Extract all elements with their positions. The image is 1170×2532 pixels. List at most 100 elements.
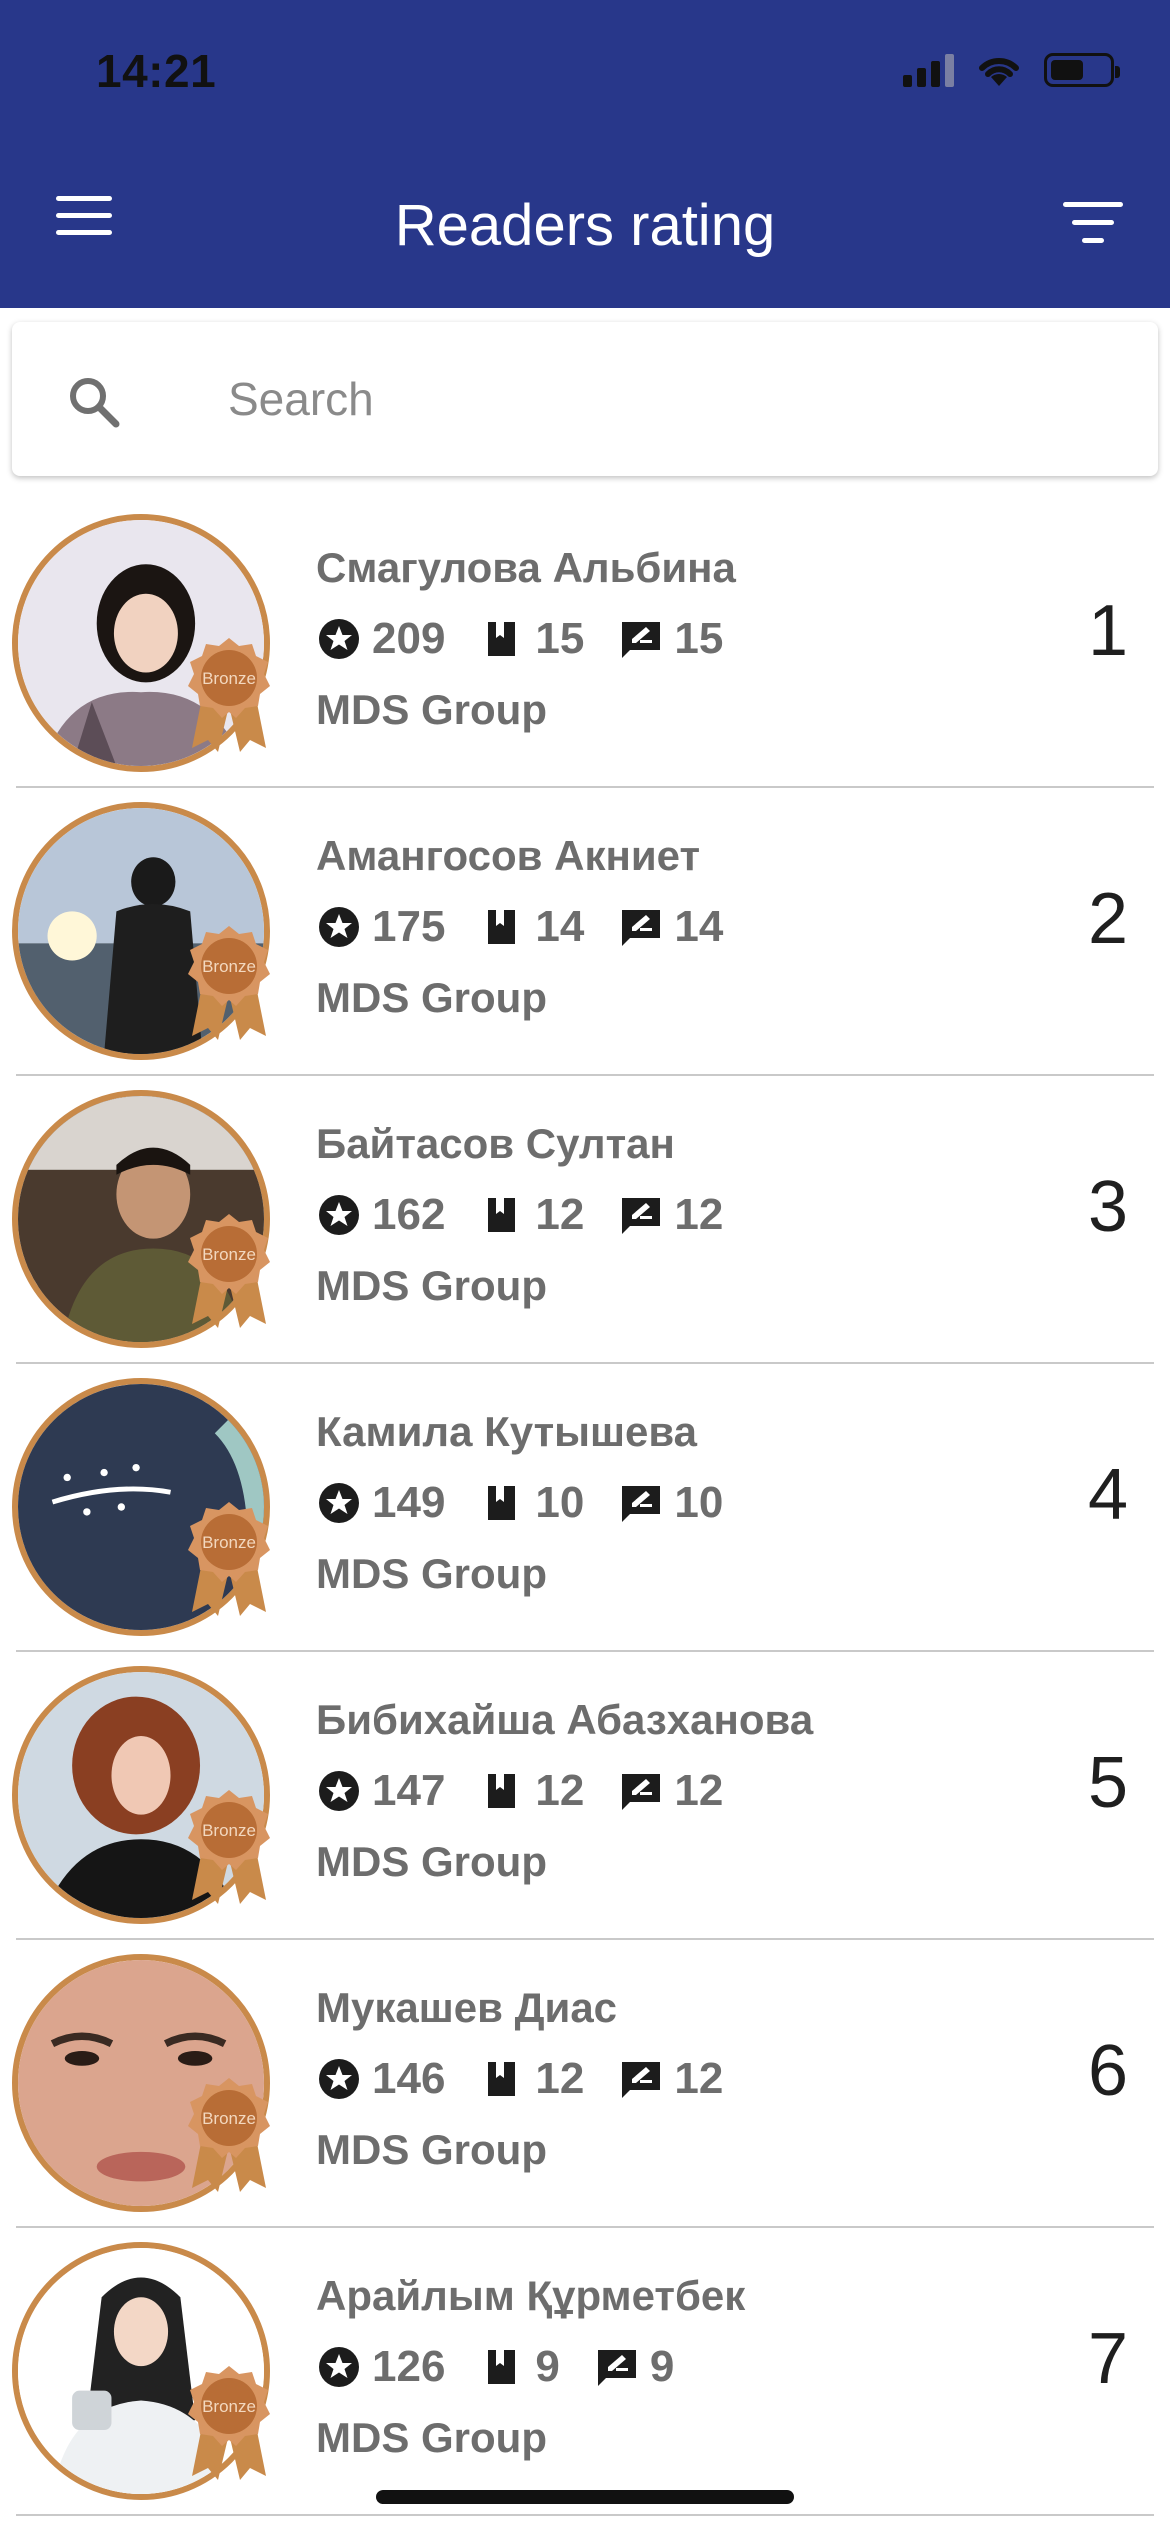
books-value: 15	[535, 614, 585, 663]
readers-list: Bronze Смагулова Альбина 209 15 15 MDS G…	[0, 500, 1170, 2516]
wifi-icon	[979, 57, 1019, 86]
books-value: 10	[535, 1478, 585, 1527]
status-icons	[903, 52, 1120, 88]
star-icon	[319, 1195, 359, 1235]
reader-stats: 146 12 12	[316, 2054, 757, 2104]
books-value: 12	[535, 2054, 585, 2103]
points-value: 162	[372, 1190, 446, 1239]
reviews-value: 10	[674, 1478, 724, 1527]
reader-group: MDS Group	[316, 1262, 547, 1309]
app-header: 14:21 Readers rating	[0, 0, 1170, 308]
reviews-value: 14	[674, 902, 724, 951]
rank-number: 7	[1087, 2319, 1128, 2399]
reader-group: MDS Group	[316, 2414, 547, 2461]
rank-number: 1	[1087, 591, 1128, 671]
reader-stats: 162 12 12	[316, 1190, 757, 1240]
points-value: 146	[372, 2054, 446, 2103]
reader-name: Мукашев Диас	[316, 1984, 618, 2031]
reviews-value: 12	[674, 1766, 724, 1815]
medal-label: Bronze	[202, 1821, 256, 1840]
points-value: 209	[372, 614, 446, 663]
rank-number: 6	[1087, 2031, 1128, 2111]
bronze-medal-icon: Bronze	[188, 926, 270, 1040]
reader-name: Байтасов Султан	[316, 1120, 675, 1167]
reader-group: MDS Group	[316, 1838, 547, 1885]
book-icon	[488, 2062, 516, 2096]
cellular-signal-icon	[903, 53, 954, 87]
reader-row[interactable]: Bronze Камила Кутышева 149 10 10 MDS Gro…	[0, 1364, 1170, 1652]
bronze-medal-icon: Bronze	[188, 638, 270, 752]
book-icon	[488, 1774, 516, 1808]
medal-label: Bronze	[202, 957, 256, 976]
reader-row[interactable]: Bronze Мукашев Диас 146 12 12 MDS Group …	[0, 1940, 1170, 2228]
points-value: 126	[372, 2342, 446, 2391]
reviews-value: 12	[674, 2054, 724, 2103]
page-title: Readers rating	[394, 193, 776, 258]
star-icon	[319, 1771, 359, 1811]
reader-row[interactable]: Bronze Амангосов Акниет 175 14 14 MDS Gr…	[0, 788, 1170, 1076]
medal-label: Bronze	[202, 2109, 256, 2128]
rank-number: 2	[1087, 879, 1128, 959]
medal-label: Bronze	[202, 1245, 256, 1264]
reader-name: Бибихайша Абазханова	[316, 1696, 814, 1743]
reader-group: MDS Group	[316, 686, 547, 733]
reader-row[interactable]: Bronze Бибихайша Абазханова 147 12 12 MD…	[0, 1652, 1170, 1940]
reader-row[interactable]: Bronze Смагулова Альбина 209 15 15 MDS G…	[0, 500, 1170, 788]
review-icon	[622, 1198, 661, 1234]
star-icon	[319, 1483, 359, 1523]
reader-name: Камила Кутышева	[316, 1408, 698, 1455]
points-value: 149	[372, 1478, 446, 1527]
review-icon	[597, 2350, 636, 2386]
rank-number: 4	[1087, 1455, 1128, 1535]
reader-name: Арайлым Құрметбек	[316, 2272, 746, 2319]
reader-stats: 126 9 9	[316, 2342, 708, 2392]
search-icon	[70, 378, 120, 428]
bronze-medal-icon: Bronze	[188, 1214, 270, 1328]
star-icon	[319, 907, 359, 947]
reader-group: MDS Group	[316, 974, 547, 1021]
reader-row[interactable]: Bronze Арайлым Құрметбек 126 9 9 MDS Gro…	[0, 2228, 1170, 2516]
books-value: 14	[535, 902, 585, 951]
search-bar	[12, 322, 1158, 476]
battery-icon	[1044, 53, 1120, 87]
readers-rating-screen: 14:21 Readers rating Search Bronze Смагу…	[0, 0, 1170, 2532]
reader-group: MDS Group	[316, 1550, 547, 1597]
book-icon	[488, 1486, 516, 1520]
bronze-medal-icon: Bronze	[188, 2078, 270, 2192]
book-icon	[488, 1198, 516, 1232]
points-value: 147	[372, 1766, 446, 1815]
star-icon	[319, 2059, 359, 2099]
filter-icon	[1063, 202, 1123, 207]
review-icon	[622, 2062, 661, 2098]
reader-stats: 149 10 10	[316, 1478, 757, 1528]
book-icon	[488, 622, 516, 656]
filter-button[interactable]	[1060, 202, 1126, 252]
bronze-medal-icon: Bronze	[188, 1502, 270, 1616]
books-value: 12	[535, 1190, 585, 1239]
review-icon	[622, 622, 661, 658]
home-indicator[interactable]	[376, 2490, 794, 2504]
reviews-value: 12	[674, 1190, 724, 1239]
review-icon	[622, 1486, 661, 1522]
reader-stats: 209 15 15	[316, 614, 757, 664]
medal-label: Bronze	[202, 1533, 256, 1552]
reader-stats: 175 14 14	[316, 902, 757, 952]
rank-number: 3	[1087, 1167, 1128, 1247]
bronze-medal-icon: Bronze	[188, 1790, 270, 1904]
reviews-value: 9	[649, 2342, 675, 2391]
search-input[interactable]	[228, 358, 1108, 440]
reader-row[interactable]: Bronze Байтасов Султан 162 12 12 MDS Gro…	[0, 1076, 1170, 1364]
books-value: 12	[535, 1766, 585, 1815]
rank-number: 5	[1087, 1743, 1128, 1823]
medal-label: Bronze	[202, 669, 256, 688]
review-icon	[622, 1774, 661, 1810]
book-icon	[488, 910, 516, 944]
review-icon	[622, 910, 661, 946]
book-icon	[488, 2350, 516, 2384]
reader-name: Амангосов Акниет	[316, 832, 701, 879]
books-value: 9	[535, 2342, 560, 2391]
reader-stats: 147 12 12	[316, 1766, 757, 1816]
bronze-medal-icon: Bronze	[188, 2366, 270, 2480]
points-value: 175	[372, 902, 446, 951]
reader-group: MDS Group	[316, 2126, 547, 2173]
